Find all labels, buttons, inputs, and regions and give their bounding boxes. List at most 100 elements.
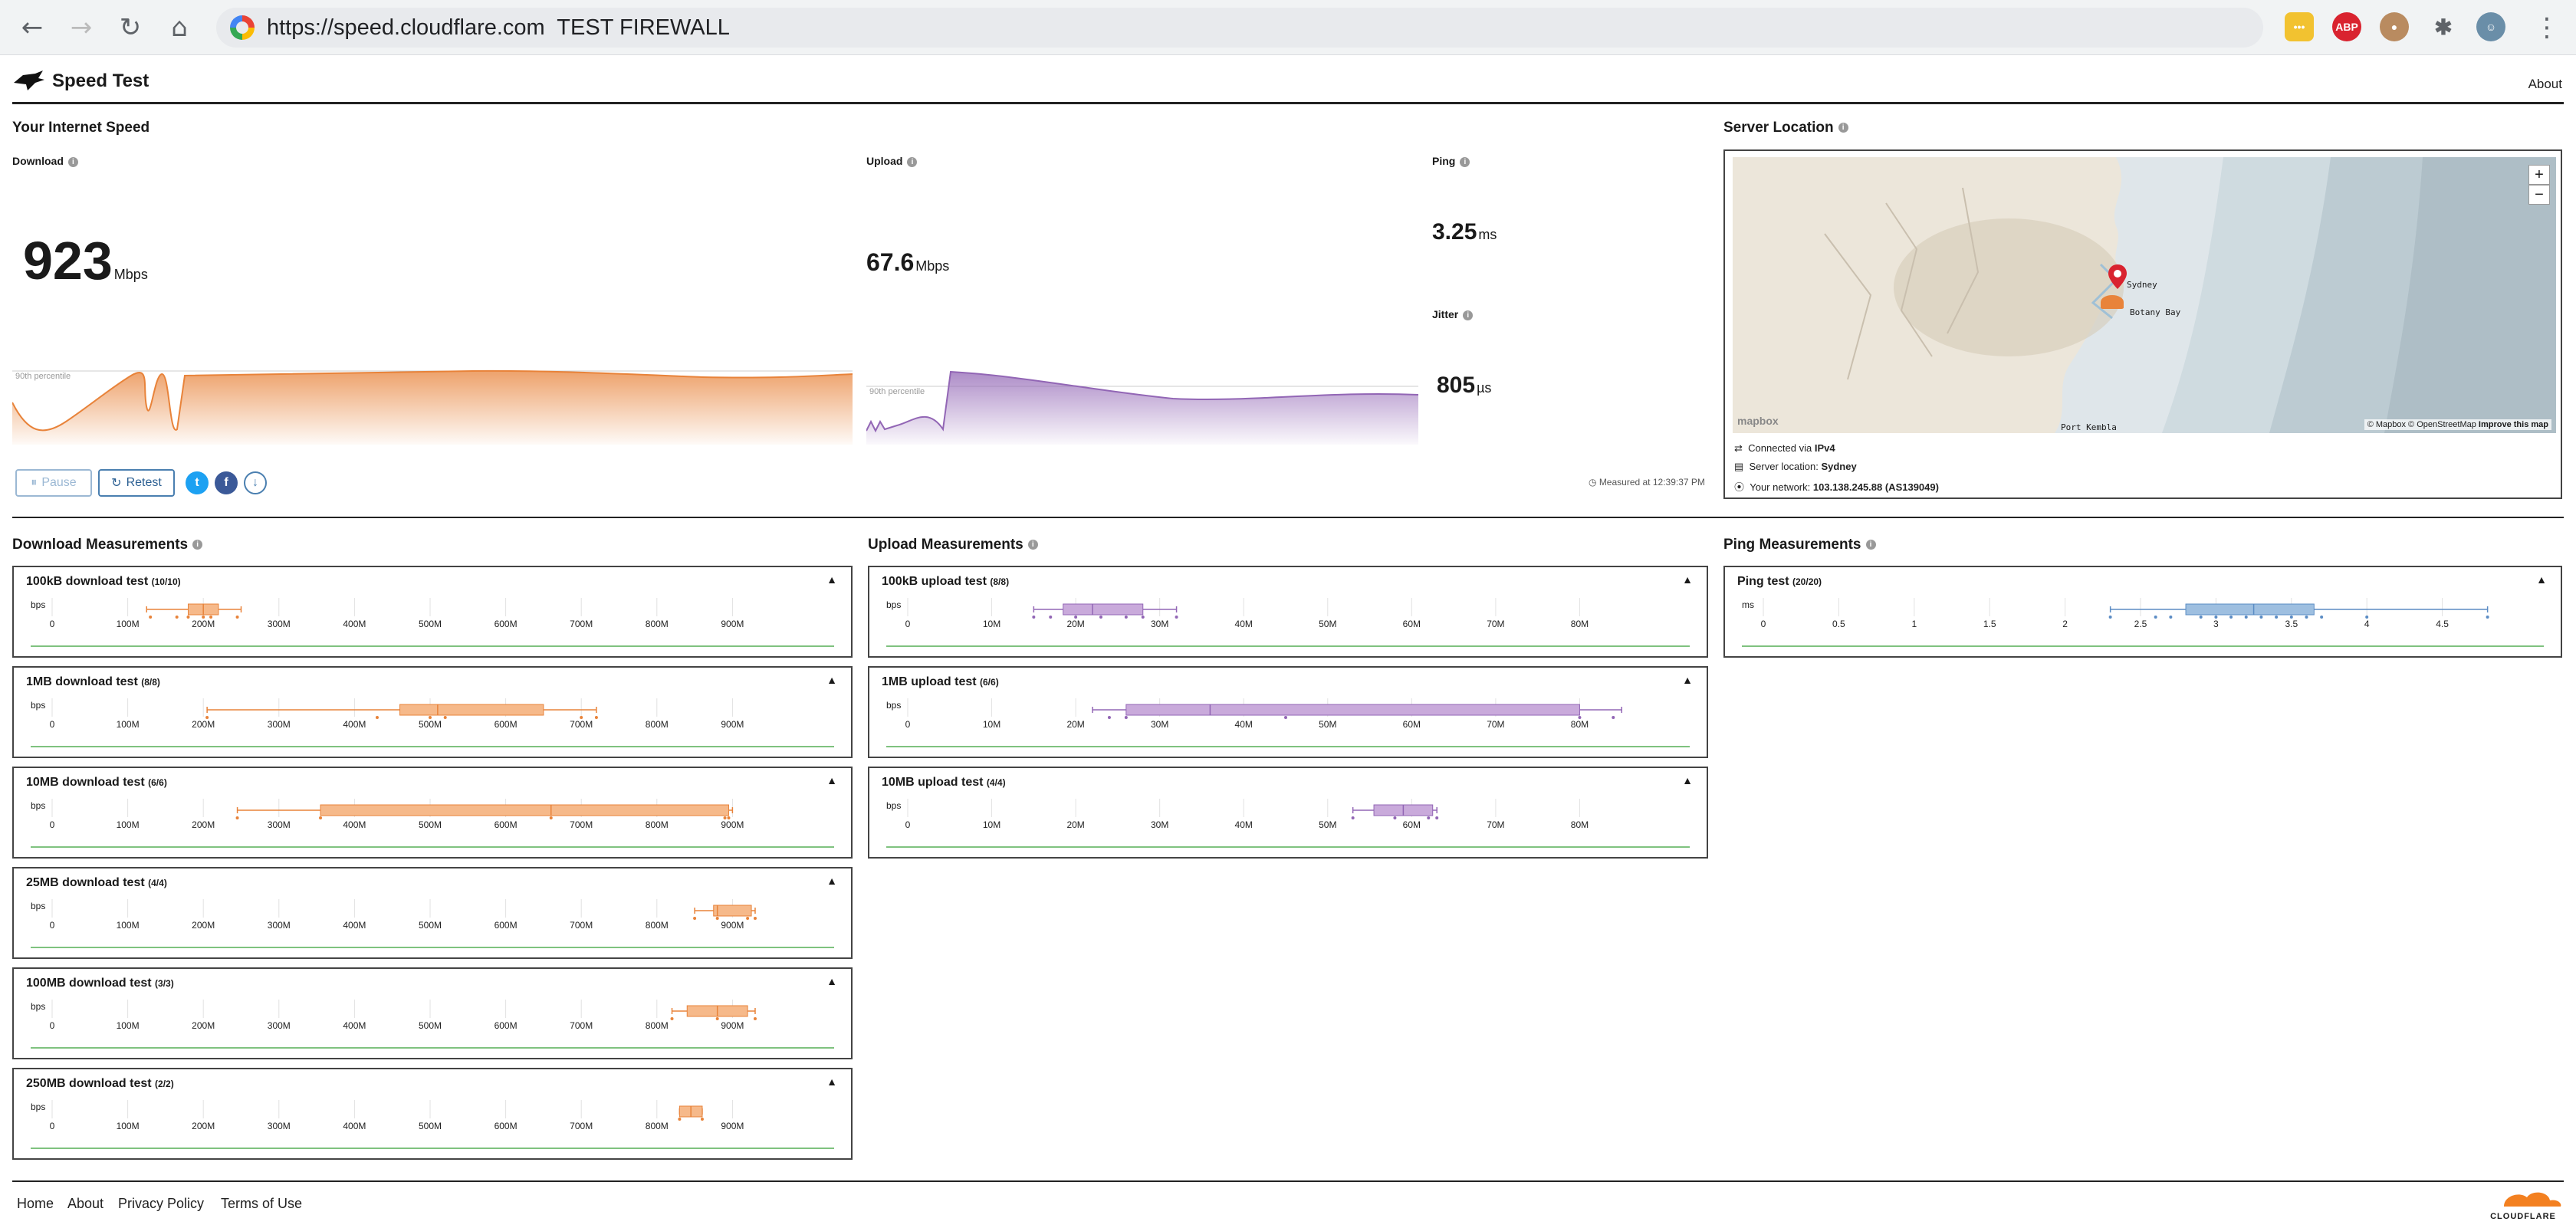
info-icon[interactable]: i — [907, 156, 918, 167]
tick-label: 0 — [50, 1121, 55, 1131]
zoom-in-button[interactable]: + — [2528, 165, 2550, 185]
tick-label: 600M — [495, 920, 518, 931]
tick-label: 400M — [343, 819, 366, 830]
info-icon[interactable]: i — [192, 540, 203, 550]
download-value: 923 Mbps — [23, 231, 148, 291]
data-point — [429, 716, 432, 719]
measured-time: ◷ Measured at 12:39:37 PM — [1589, 477, 1705, 488]
address-bar[interactable]: https://speed.cloudflare.com TEST FIREWA… — [216, 8, 2263, 48]
footer-about-link[interactable]: About — [67, 1196, 104, 1212]
info-icon[interactable]: i — [67, 156, 78, 167]
jitter-value: 805 µs — [1437, 373, 1492, 398]
tick-label: 800M — [646, 819, 669, 830]
data-point — [2108, 616, 2112, 619]
tick-label: 700M — [570, 819, 593, 830]
tick-label: 200M — [192, 819, 215, 830]
reload-icon[interactable]: ↻ — [113, 11, 147, 44]
footer-terms-link[interactable]: Terms of Use — [221, 1196, 302, 1212]
forward-icon[interactable]: → — [64, 11, 98, 44]
zoom-out-button[interactable]: − — [2528, 185, 2550, 205]
data-point — [678, 1118, 682, 1121]
tick-label: 400M — [343, 1121, 366, 1131]
data-point — [235, 816, 239, 819]
tick-label: 20M — [1066, 619, 1084, 629]
tick-label: 30M — [1151, 619, 1168, 629]
data-point — [670, 1017, 674, 1020]
tick-label: 300M — [268, 819, 291, 830]
facebook-icon[interactable]: f — [215, 471, 238, 494]
ping-label: Ping i — [1432, 155, 1470, 167]
retest-button[interactable]: ↻ Retest — [98, 469, 175, 497]
tick-label: 30M — [1151, 719, 1168, 730]
data-point — [2305, 616, 2308, 619]
ping-measurements-title: Ping Measurements i — [1723, 537, 1876, 553]
about-link[interactable]: About — [2528, 77, 2562, 92]
tick-label: 800M — [646, 1121, 669, 1131]
info-icon[interactable]: i — [1865, 540, 1876, 550]
footer-divider — [12, 1180, 2564, 1182]
data-point — [375, 716, 379, 719]
tick-label: 900M — [721, 819, 744, 830]
toucan-icon[interactable]: ● — [2380, 12, 2409, 41]
data-point — [580, 716, 583, 719]
tick-label: 0 — [1761, 619, 1766, 629]
data-point — [1141, 616, 1145, 619]
upload-value: 67.6 Mbps — [866, 248, 950, 276]
tick-label: 600M — [495, 1121, 518, 1131]
box-plot: 0 100M 200M 300M 400M 500M 600M 700M 800M 900M — [50, 1000, 757, 1031]
map-label: Botany Bay — [2130, 307, 2181, 317]
tick-label: 40M — [1235, 719, 1253, 730]
data-point — [715, 917, 719, 920]
home-icon[interactable]: ⌂ — [163, 11, 196, 44]
tick-label: 60M — [1403, 619, 1421, 629]
avatar[interactable]: ☺ — [2476, 12, 2505, 41]
tick-label: 100M — [117, 819, 140, 830]
tick-label: 400M — [343, 719, 366, 730]
abp-icon[interactable]: ABP — [2332, 12, 2361, 41]
tick-label: 0 — [905, 719, 911, 730]
data-point — [175, 616, 179, 619]
cloudflare-logo[interactable]: CLOUDFLARE — [2481, 1188, 2565, 1221]
box-plot: 0 10M 20M 30M 40M 50M 60M 70M 80M — [905, 698, 1622, 730]
mapbox-logo[interactable]: mapbox — [1737, 415, 1779, 427]
tick-label: 10M — [983, 719, 1001, 730]
speed-title: Your Internet Speed — [12, 120, 150, 136]
tick-label: 100M — [117, 1121, 140, 1131]
upload-percentile: 90th percentile — [869, 387, 925, 396]
tick-label: 10M — [983, 819, 1001, 830]
info-icon[interactable]: i — [1838, 123, 1848, 133]
puzzle-icon[interactable]: ✱ — [2429, 12, 2458, 41]
pause-button[interactable]: ⏸ Pause — [15, 469, 92, 497]
tick-label: 600M — [495, 619, 518, 629]
tick-label: 100M — [117, 920, 140, 931]
twitter-icon[interactable]: t — [186, 471, 209, 494]
tick-label: 100M — [117, 719, 140, 730]
info-icon[interactable]: i — [1463, 310, 1474, 320]
tick-label: 700M — [570, 920, 593, 931]
tick-label: 200M — [192, 619, 215, 629]
data-point — [549, 816, 553, 819]
map-pin-icon[interactable] — [2108, 264, 2127, 289]
mail-icon[interactable]: ••• — [2285, 12, 2314, 41]
tick-label: 0 — [50, 819, 55, 830]
info-icon[interactable]: i — [1460, 156, 1470, 167]
tick-label: 20M — [1066, 819, 1084, 830]
server-location-card: Sydney Botany Bay Port Kembla + − mapbox… — [1723, 149, 2562, 499]
menu-icon[interactable]: ⋮ — [2530, 11, 2564, 44]
info-icon[interactable]: i — [1027, 540, 1038, 550]
tick-label: 20M — [1066, 719, 1084, 730]
tick-label: 800M — [646, 619, 669, 629]
upload-test-panel: 100kB upload test (8/8) ▲ bps 0 10M 20M 30M… — [868, 566, 1708, 658]
tick-label: 900M — [721, 719, 744, 730]
data-point — [2486, 616, 2489, 619]
map-attribution[interactable]: © Mapbox © OpenStreetMap Improve this ma… — [2364, 419, 2551, 430]
data-point — [2259, 616, 2263, 619]
tick-label: 2 — [2062, 619, 2068, 629]
map[interactable]: Sydney Botany Bay Port Kembla + − mapbox… — [1733, 157, 2556, 433]
data-point — [319, 816, 323, 819]
back-icon[interactable]: ← — [15, 11, 49, 44]
footer-privacy-link[interactable]: Privacy Policy — [118, 1196, 204, 1212]
footer-home-link[interactable]: Home — [17, 1196, 54, 1212]
download-results-icon[interactable]: ↓ — [244, 471, 267, 494]
tick-label: 900M — [721, 1121, 744, 1131]
